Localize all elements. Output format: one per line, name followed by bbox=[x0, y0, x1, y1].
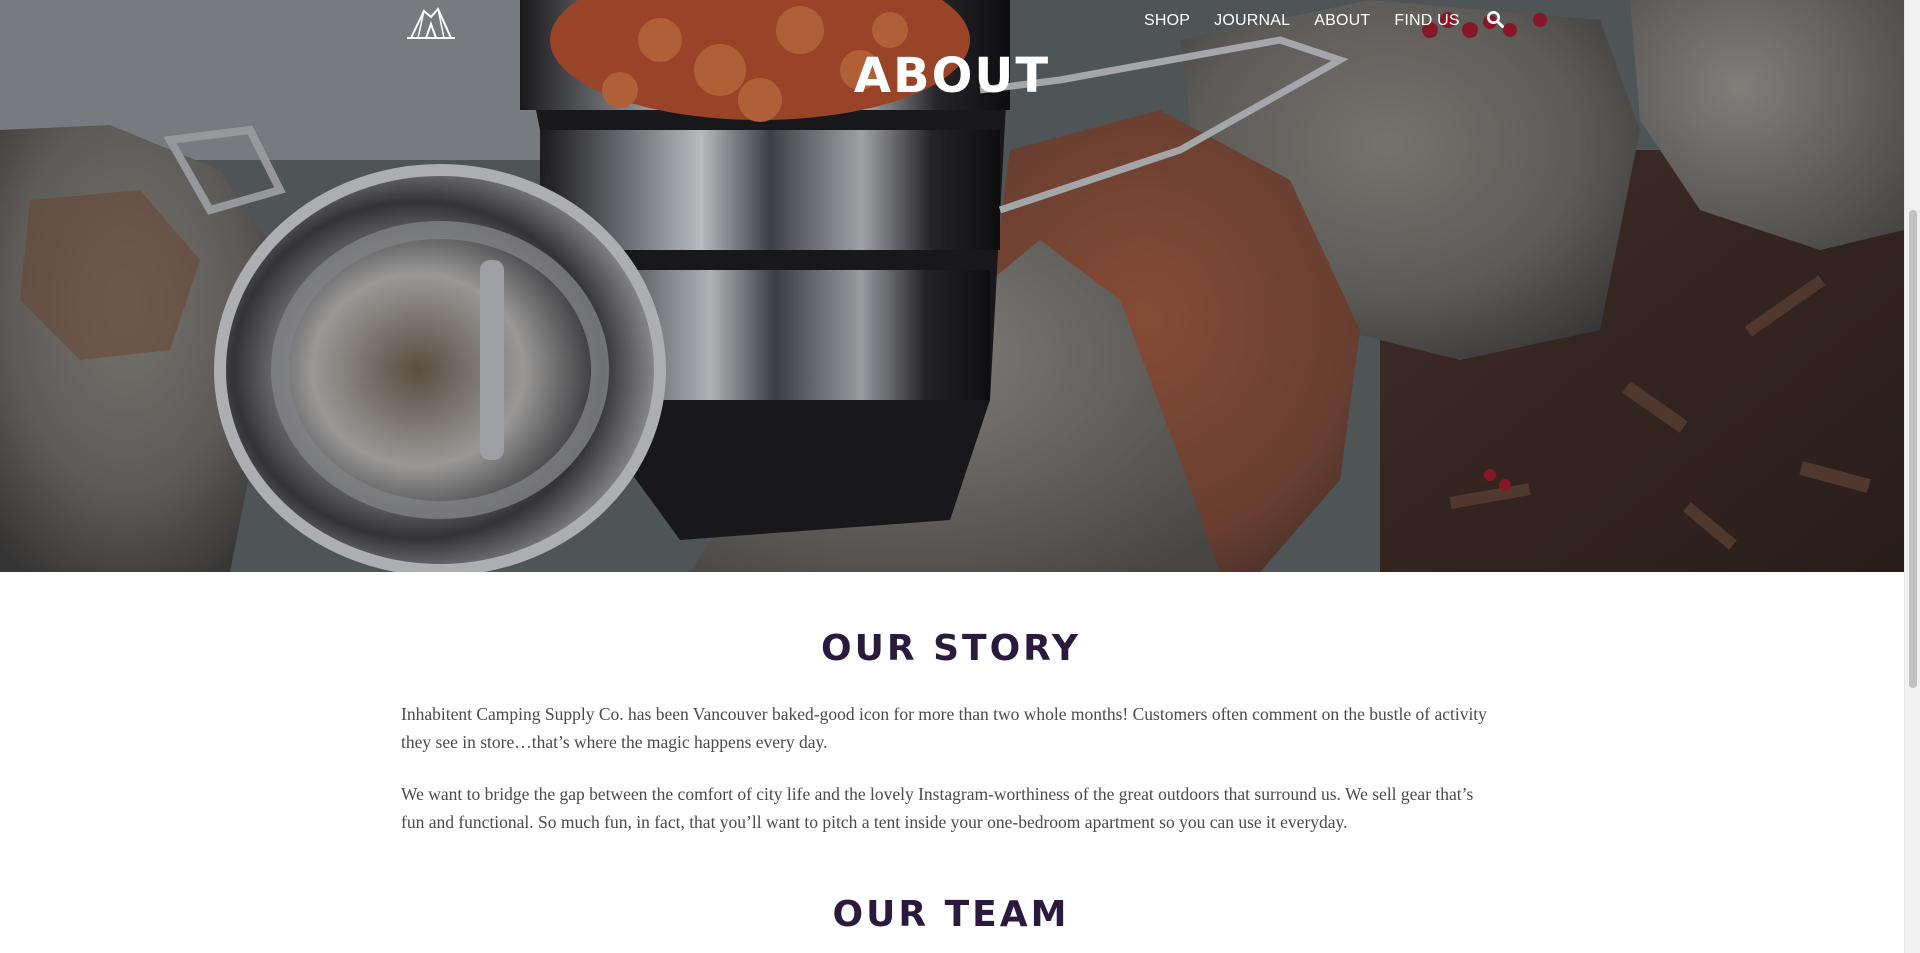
tent-logo-icon[interactable] bbox=[406, 5, 456, 41]
search-icon[interactable] bbox=[1486, 10, 1504, 28]
page-title: ABOUT bbox=[853, 48, 1051, 104]
our-story-heading: OUR STORY bbox=[821, 628, 1081, 669]
nav-link-journal[interactable]: JOURNAL bbox=[1214, 12, 1290, 30]
nav-link-about[interactable]: ABOUT bbox=[1314, 12, 1370, 30]
nav-link-shop[interactable]: SHOP bbox=[1144, 12, 1190, 30]
hero-banner: SHOP JOURNAL ABOUT FIND US ABOUT bbox=[0, 0, 1904, 572]
our-team-heading: OUR TEAM bbox=[832, 894, 1070, 935]
main-navigation: SHOP JOURNAL ABOUT FIND US bbox=[0, 0, 1904, 48]
nav-links: SHOP JOURNAL ABOUT FIND US bbox=[1144, 10, 1504, 30]
nav-link-find-us[interactable]: FIND US bbox=[1394, 12, 1459, 30]
scrollbar-thumb[interactable] bbox=[1909, 210, 1917, 688]
story-paragraph: Inhabitent Camping Supply Co. has been V… bbox=[401, 704, 1487, 752]
story-paragraph: We want to bridge the gap between the co… bbox=[401, 784, 1474, 832]
vertical-scrollbar[interactable] bbox=[1904, 0, 1920, 953]
page: SHOP JOURNAL ABOUT FIND US ABOUT OUR STO… bbox=[0, 0, 1904, 953]
